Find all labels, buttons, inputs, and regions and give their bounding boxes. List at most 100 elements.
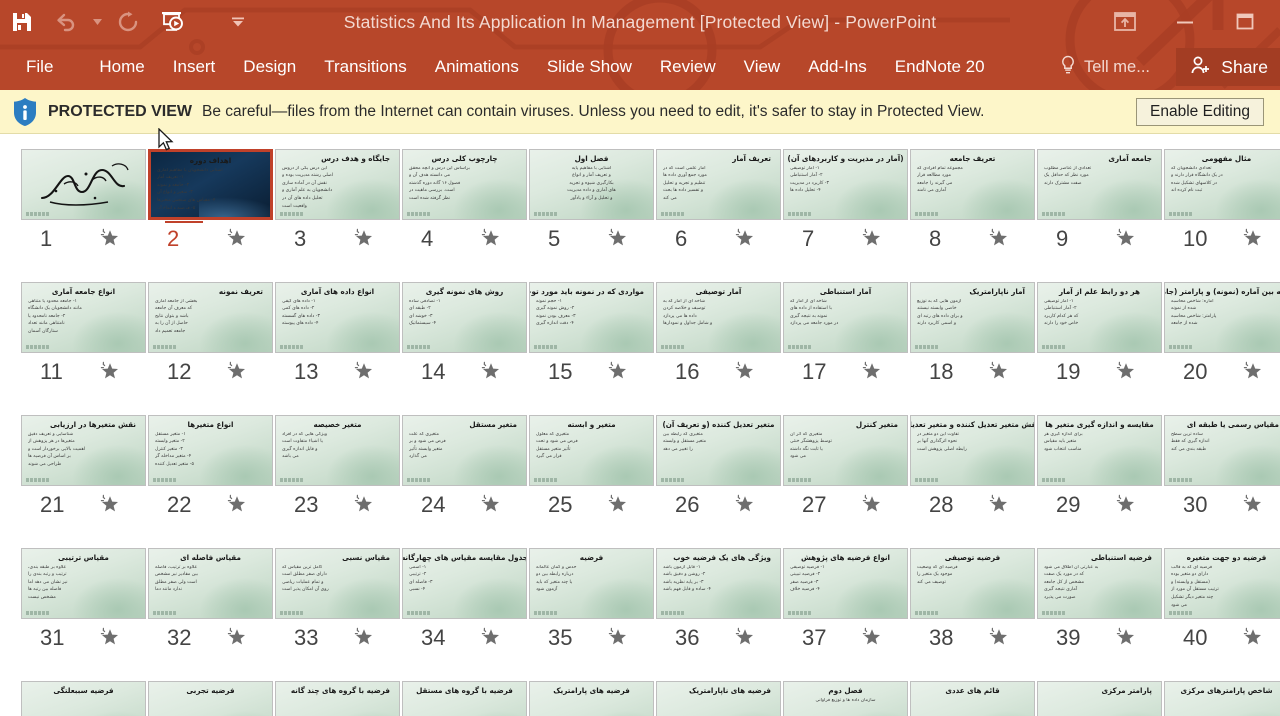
slide-thumbnail-image[interactable]: فرضیه استنباطی به عبارتی آن اطلاق می شود ک… <box>1037 547 1162 619</box>
slide-thumbnail-cell[interactable]: مقیاس فاصله ای علاوه بر ترتیب، فاصله بین م… <box>147 547 274 667</box>
minimize-icon[interactable] <box>1168 5 1202 39</box>
animation-preview-star-icon[interactable] <box>354 361 374 381</box>
slide-thumbnail-image[interactable]: هر دو رابط علم از آمار ۱- آمار توصیفی ۲- آ… <box>1037 281 1162 353</box>
slide-thumbnail[interactable] <box>20 148 147 220</box>
slide-thumbnail-cell[interactable]: جایگاه و هدف درس این درس یکی از دروس اصلی … <box>274 148 401 268</box>
slide-thumbnail-image[interactable]: چارچوب کلی درس براساس این درس و آنچه محقق… <box>402 148 527 220</box>
redo-icon[interactable] <box>106 0 150 44</box>
slide-thumbnail[interactable]: آمار استنباطی شاخه ای از آمار که با استفاد… <box>782 281 909 353</box>
slide-thumbnail[interactable]: فرضیه های ناپارامتریک <box>655 680 782 716</box>
slide-thumbnail-image[interactable]: فرضیه های ناپارامتریک <box>656 680 781 716</box>
slide-thumbnail[interactable]: فصل دوم سازمان داده ها و توزیع فراوانی <box>782 680 909 716</box>
slide-thumbnail-cell[interactable]: فرضیه های ناپارامتریک <box>655 680 782 716</box>
slide-thumbnail-cell[interactable]: انواع متغیرها ۱- متغیر مستقل ۲- متغیر وابس… <box>147 414 274 534</box>
slide-thumbnail-image[interactable]: (آمار در مدیریت و کاربردهای آن) ۱- آمار ت… <box>783 148 908 220</box>
animation-preview-star-icon[interactable] <box>227 228 247 248</box>
animation-preview-star-icon[interactable] <box>608 627 628 647</box>
slide-thumbnail-cell[interactable]: جامعه آماری تعدادی از عناصر مطلوب مورد نظر… <box>1036 148 1163 268</box>
tab-insert[interactable]: Insert <box>159 44 230 90</box>
animation-preview-star-icon[interactable] <box>1116 494 1136 514</box>
slide-thumbnail-image[interactable]: انواع فرضیه های پژوهش ۱- فرضیه توصیفی ۲- ف… <box>783 547 908 619</box>
slide-thumbnail-cell[interactable]: اهداف دوره آشنایی دانشجویان با مفاهیم آما… <box>147 148 274 268</box>
slide-thumbnail-image[interactable]: متغیر مستقل متغیری که علت فرض می شود و بر م… <box>402 414 527 486</box>
slide-thumbnail[interactable]: تعریف آمار آمار علمی است که در مورد جمع آو… <box>655 148 782 220</box>
animation-preview-star-icon[interactable] <box>735 228 755 248</box>
animation-preview-star-icon[interactable] <box>989 361 1009 381</box>
slide-thumbnail[interactable]: ویژگی های یک فرضیه خوب ۱- قابل آزمون باشد… <box>655 547 782 619</box>
slide-thumbnail-cell[interactable]: فصل دوم سازمان داده ها و توزیع فراوانی <box>782 680 909 716</box>
slide-thumbnail-image[interactable]: متغیر خصیصه ویژگی هایی که در افراد یا اشیا… <box>275 414 400 486</box>
animation-preview-star-icon[interactable] <box>862 361 882 381</box>
slide-thumbnail-cell[interactable]: مقایسه بین آماره (نمونه) و پارامتر (جامع… <box>1163 281 1280 401</box>
animation-preview-star-icon[interactable] <box>354 627 374 647</box>
slide-thumbnail-cell[interactable]: متغیر تعدیل کننده (و تعریف آن) متغیری که … <box>655 414 782 534</box>
slide-thumbnail-image[interactable]: مواردی که در نمونه باید مورد توجه قرار گ… <box>529 281 654 353</box>
slide-thumbnail-cell[interactable]: مقیاس رسمی یا طبقه ای ساده ترین سطح اندازه… <box>1163 414 1280 534</box>
animation-preview-star-icon[interactable] <box>1116 228 1136 248</box>
slide-thumbnail-image[interactable]: فرضیه دو جهت متغیره فرضیه ای که به قالب دا… <box>1164 547 1280 619</box>
slide-thumbnail-cell[interactable]: تعریف نمونه بخشی از جامعه آماری که معرف آن… <box>147 281 274 401</box>
slide-thumbnail-image[interactable]: نقش متغیرها در ارزیابی شناسایی و تعریف دق… <box>21 414 146 486</box>
slide-thumbnail-image[interactable]: متغیر و ابسته متغیری که معلول فرض می شود و… <box>529 414 654 486</box>
animation-preview-star-icon[interactable] <box>1243 627 1263 647</box>
slide-thumbnail-image[interactable]: فرضیه با گروه های چند گانه <box>275 680 400 716</box>
animation-preview-star-icon[interactable] <box>862 494 882 514</box>
animation-preview-star-icon[interactable] <box>608 361 628 381</box>
tell-me-search[interactable]: Tell me... <box>1060 44 1150 90</box>
animation-preview-star-icon[interactable] <box>989 627 1009 647</box>
slide-thumbnail-image[interactable]: متغیر کنترل متغیری که اثر آن توسط پژوهشگر … <box>783 414 908 486</box>
slide-thumbnail-image[interactable]: تعریف نمونه بخشی از جامعه آماری که معرف آن… <box>148 281 273 353</box>
start-presentation-icon[interactable] <box>150 0 194 44</box>
animation-preview-star-icon[interactable] <box>481 361 501 381</box>
slide-thumbnail[interactable]: روش های نمونه گیری ۱- تصادفی ساده ۲- طبقه … <box>401 281 528 353</box>
slide-thumbnail[interactable]: متغیر مستقل متغیری که علت فرض می شود و بر م… <box>401 414 528 486</box>
slide-thumbnail-cell[interactable]: چارچوب کلی درس براساس این درس و آنچه محقق… <box>401 148 528 268</box>
slide-thumbnail-cell[interactable]: متغیر خصیصه ویژگی هایی که در افراد یا اشیا… <box>274 414 401 534</box>
slide-thumbnail[interactable]: فرضیه با گروه های مستقل <box>401 680 528 716</box>
slide-thumbnail[interactable]: مقیاس نسبی کامل ترین مقیاس که دارای صفر مط… <box>274 547 401 619</box>
animation-preview-star-icon[interactable] <box>227 494 247 514</box>
slide-thumbnail-selected[interactable]: اهداف دوره آشنایی دانشجویان با مفاهیم آما… <box>148 148 273 220</box>
slide-sorter-partial-row[interactable]: فرضیه سببعلتگی فرضیه تجربی فرضیه با گروه ه… <box>0 680 1280 716</box>
slide-thumbnail[interactable]: فرضیه توصیفی فرضیه ای که وضعیت موجود یک مت… <box>909 547 1036 619</box>
slide-thumbnail-cell[interactable]: روش های نمونه گیری ۱- تصادفی ساده ۲- طبقه … <box>401 281 528 401</box>
slide-thumbnail-cell[interactable]: ویژگی های یک فرضیه خوب ۱- قابل آزمون باشد… <box>655 547 782 667</box>
share-button[interactable]: Share <box>1176 48 1280 86</box>
slide-thumbnail-image[interactable]: فصل اول آشنایی با مفاهیم پایه و تعریف آمار… <box>529 148 654 220</box>
slide-thumbnail[interactable]: انواع فرضیه های پژوهش ۱- فرضیه توصیفی ۲- ف… <box>782 547 909 619</box>
slide-thumbnail-cell[interactable]: فرضیه تجربی <box>147 680 274 716</box>
animation-preview-star-icon[interactable] <box>862 228 882 248</box>
slide-thumbnail-cell[interactable]: نقش متغیر تعدیل کننده و متغیر تعدیل تفاوت… <box>909 414 1036 534</box>
slide-thumbnail[interactable]: آمار توصیفی شاخه ای از آمار که به توصیف و … <box>655 281 782 353</box>
slide-thumbnail[interactable]: انواع داده های آماری ۱- داده های کیفی ۲- د… <box>274 281 401 353</box>
slide-thumbnail-cell[interactable]: مثال مفهومی تعدادی دانشجویان که در یک دانش… <box>1163 148 1280 268</box>
animation-preview-star-icon[interactable] <box>100 228 120 248</box>
slide-thumbnail-cell[interactable]: انواع فرضیه های پژوهش ۱- فرضیه توصیفی ۲- ف… <box>782 547 909 667</box>
slide-thumbnail-cell[interactable]: قائم های عددی <box>909 680 1036 716</box>
animation-preview-star-icon[interactable] <box>989 228 1009 248</box>
animation-preview-star-icon[interactable] <box>1116 627 1136 647</box>
slide-thumbnail-image[interactable]: آمار استنباطی شاخه ای از آمار که با استفاد… <box>783 281 908 353</box>
slide-thumbnail[interactable]: جایگاه و هدف درس این درس یکی از دروس اصلی … <box>274 148 401 220</box>
slide-thumbnail-cell[interactable]: مقیاس نسبی کامل ترین مقیاس که دارای صفر مط… <box>274 547 401 667</box>
slide-thumbnail-cell[interactable]: فرضیه سببعلتگی <box>20 680 147 716</box>
slide-thumbnail-image[interactable]: آمار ناپارامتریک آزمون هایی که به توزیع خا… <box>910 281 1035 353</box>
slide-thumbnail-cell[interactable]: متغیر و ابسته متغیری که معلول فرض می شود و… <box>528 414 655 534</box>
slide-thumbnail-image[interactable] <box>21 148 146 220</box>
slide-thumbnail[interactable]: انواع متغیرها ۱- متغیر مستقل ۲- متغیر وابس… <box>147 414 274 486</box>
animation-preview-star-icon[interactable] <box>100 494 120 514</box>
slide-thumbnail-image[interactable]: قائم های عددی <box>910 680 1035 716</box>
slide-thumbnail-image[interactable]: نقش متغیر تعدیل کننده و متغیر تعدیل تفاوت… <box>910 414 1035 486</box>
slide-thumbnail[interactable]: جدول مقایسه مقیاس های چهارگانه ۱- اسمی ۲- … <box>401 547 528 619</box>
animation-preview-star-icon[interactable] <box>1243 228 1263 248</box>
slide-thumbnail-cell[interactable]: فرضیه استنباطی به عبارتی آن اطلاق می شود ک… <box>1036 547 1163 667</box>
animation-preview-star-icon[interactable] <box>227 361 247 381</box>
slide-thumbnail-image[interactable]: روش های نمونه گیری ۱- تصادفی ساده ۲- طبقه … <box>402 281 527 353</box>
undo-icon[interactable] <box>44 0 88 44</box>
slide-thumbnail[interactable]: تعریف جامعه مجموعه تمام افرادی که مورد مطا… <box>909 148 1036 220</box>
slide-thumbnail[interactable]: چارچوب کلی درس براساس این درس و آنچه محقق… <box>401 148 528 220</box>
slide-thumbnail-cell[interactable]: انواع داده های آماری ۱- داده های کیفی ۲- د… <box>274 281 401 401</box>
customize-quick-access-toolbar-icon[interactable] <box>216 0 260 44</box>
slide-thumbnail[interactable]: فرضیه سببعلتگی <box>20 680 147 716</box>
animation-preview-star-icon[interactable] <box>1243 361 1263 381</box>
